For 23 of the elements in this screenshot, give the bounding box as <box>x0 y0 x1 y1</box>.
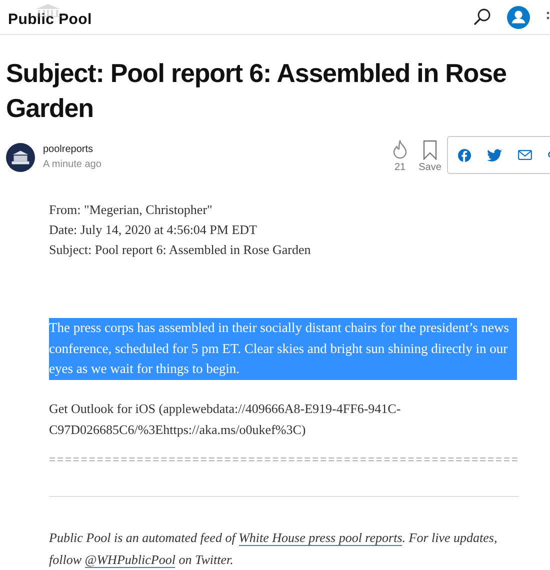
footer-link[interactable]: @WHPublicPool <box>84 552 176 568</box>
footer-link[interactable]: White House press pool reports <box>238 530 402 546</box>
post-time: A minute ago <box>43 158 102 172</box>
account-avatar[interactable] <box>507 6 530 28</box>
author-name[interactable]: poolreports <box>43 142 102 157</box>
site-logo[interactable]: Public Pool <box>8 6 92 28</box>
article-title: Subject: Pool report 6: Assembled in Rose Garden <box>6 57 508 125</box>
save-label[interactable]: Save <box>418 162 442 173</box>
email-header-line: Date: July 14, 2020 at 4:56:04 PM EDT <box>49 221 258 239</box>
report-paragraph: The press corps has assembled in their socially distant chairs for the president’s news conference, scheduled for 5 pm ET. Clear skies and bright sun shining directly in our eyes as we wait for things to begin. <box>49 318 517 380</box>
email-header-line: Subject: Pool report 6: Assembled in Rose Garden <box>49 241 312 259</box>
footer-note: Public Pool is an automated feed of White House press pool reports. For live updates, follow @WHPublicPool on Twitter. <box>49 528 498 570</box>
flame-icon[interactable] <box>392 140 408 160</box>
mail-icon[interactable] <box>518 150 532 160</box>
facebook-icon[interactable] <box>458 148 471 162</box>
bookmark-icon[interactable] <box>422 140 438 160</box>
twitter-icon[interactable] <box>487 148 502 162</box>
author-avatar[interactable] <box>6 142 35 172</box>
search-icon[interactable] <box>473 8 491 26</box>
reaction-count: 21 <box>394 162 406 173</box>
outlook-signature: Get Outlook for iOS (applewebdata://409666A8-E919-4FF6-941C-C97D026685C6/%3Ehttps://aka.ms/o0ukef%3C) <box>49 400 402 439</box>
separator-line: =========================================================== <box>49 454 520 466</box>
email-header-line: From: "Megerian, Christopher" <box>49 201 214 219</box>
